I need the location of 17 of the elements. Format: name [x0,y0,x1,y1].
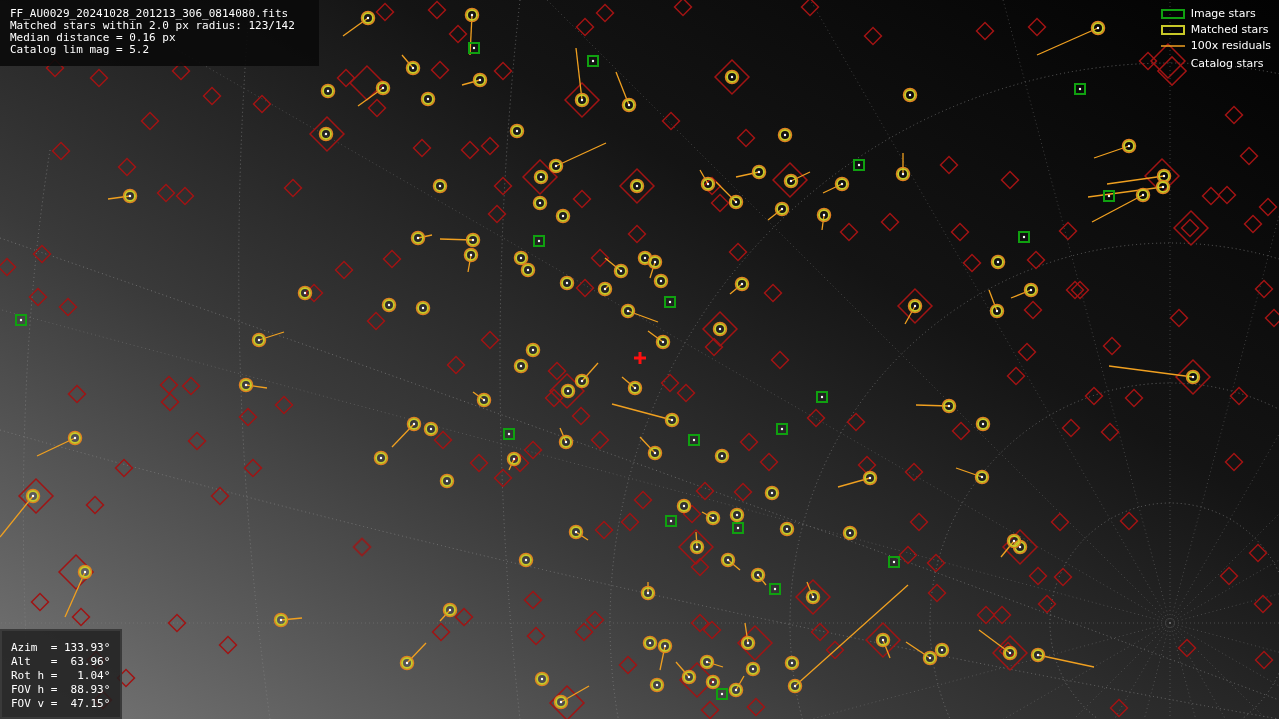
legend-square-icon [1160,25,1185,35]
pointing-line: FOV h = 88.93° [11,683,111,697]
legend-label: Catalog stars [1190,55,1264,72]
legend-label: 100x residuals [1190,37,1271,54]
pointing-line: Rot h = 1.04° [11,669,111,683]
legend-square-icon [1160,9,1185,19]
info-line: FF_AU0029_20241028_201213_306_0814080.fits [10,8,290,20]
info-line: Matched stars within 2.0 px radius: 123/142 [10,20,296,32]
legend-label: Image stars [1190,5,1256,22]
pointing-line: FOV v = 47.15° [11,697,111,711]
info-line: Median distance = 0.16 px [10,32,177,44]
pointing-line: Alt = 63.96° [11,655,111,669]
info-line: Catalog lim mag = 5.2 [10,44,151,56]
legend-diamond-icon [1154,54,1189,88]
legend-line-icon [1160,45,1185,47]
pointing-line: Azim = 133.93° [11,641,111,655]
legend-label: Matched stars [1190,21,1269,38]
